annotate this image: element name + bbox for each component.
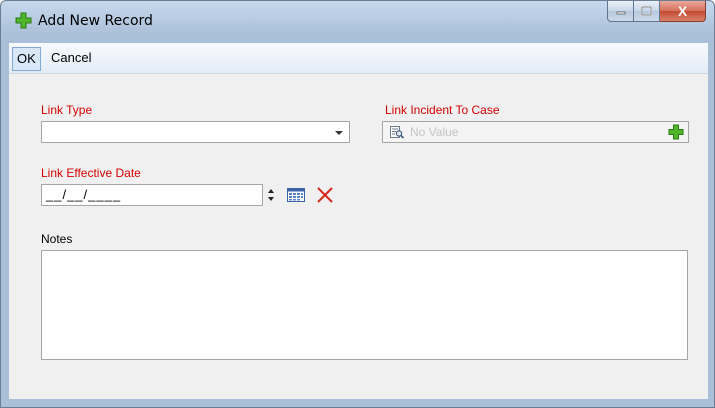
add-icon[interactable] (668, 124, 684, 140)
chevron-down-icon (335, 131, 343, 135)
action-toolbar: OK Cancel (9, 43, 708, 74)
spinner-icon[interactable] (267, 186, 275, 204)
link-incident-placeholder: No Value (410, 125, 459, 139)
notes-label: Notes (41, 232, 73, 246)
notes-textarea[interactable] (41, 250, 688, 360)
form-panel: Link Type Link Incident To Case No Value… (9, 74, 708, 399)
add-new-record-window: Add New Record X OK Cancel Link Type Lin… (0, 0, 715, 408)
link-effective-date-input[interactable]: __/__/____ (41, 184, 263, 206)
link-type-label: Link Type (41, 103, 93, 117)
calendar-icon[interactable] (287, 188, 305, 202)
link-effective-date-label: Link Effective Date (41, 166, 141, 180)
window-title: Add New Record (38, 13, 153, 29)
cancel-button[interactable]: Cancel (48, 47, 94, 71)
close-button[interactable]: X (660, 1, 706, 22)
ok-button[interactable]: OK (12, 47, 41, 71)
caption-buttons: X (607, 1, 706, 22)
link-incident-label: Link Incident To Case (385, 103, 500, 117)
lookup-icon (390, 126, 404, 139)
plus-icon (15, 12, 32, 29)
maximize-button[interactable] (634, 1, 660, 22)
title-bar[interactable]: Add New Record X (1, 1, 714, 42)
maximize-icon (641, 6, 652, 16)
close-icon: X (677, 3, 688, 19)
link-incident-lookup[interactable]: No Value (382, 121, 689, 143)
link-effective-date-control: __/__/____ (41, 184, 345, 206)
minimize-icon (616, 11, 625, 15)
clear-icon[interactable] (315, 185, 335, 205)
minimize-button[interactable] (607, 1, 634, 22)
link-type-dropdown[interactable] (41, 121, 350, 143)
link-effective-date-value: __/__/____ (46, 187, 122, 202)
